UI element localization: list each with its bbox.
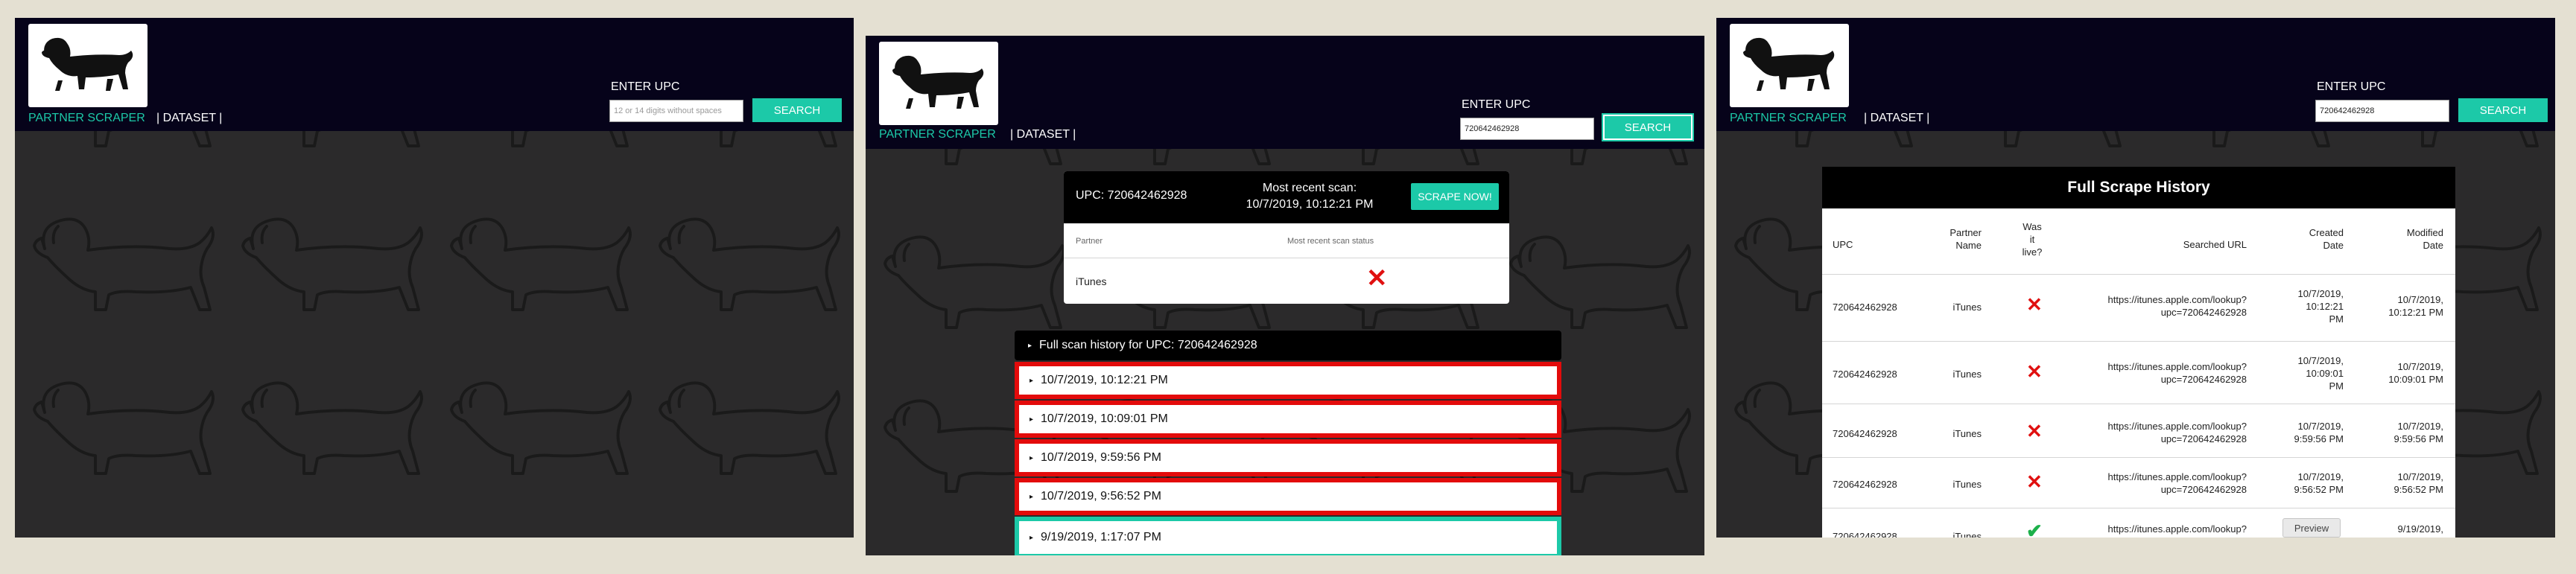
cell-url[interactable]: https://itunes.apple.com/lookup? upc=720… (2061, 293, 2247, 319)
history-entry[interactable]: ▸ 10/7/2019, 9:56:52 PM (1015, 478, 1561, 515)
x-icon: ✕ (1366, 264, 1388, 293)
cell-modified: 10/7/2019, 10:12:21 PM (2388, 294, 2443, 318)
upc-input[interactable]: 720642462928 (1460, 118, 1594, 140)
col-created-date: Created Date (2309, 227, 2344, 251)
cell-partner: iTunes (1952, 479, 1982, 490)
upc-input[interactable]: 12 or 14 digits without spaces (609, 100, 743, 122)
upc-label: ENTER UPC (611, 80, 680, 93)
check-icon: ✔ (2026, 520, 2043, 538)
upc-label: ENTER UPC (1462, 98, 1531, 111)
entry-time: 10/7/2019, 10:12:21 PM (1041, 374, 1168, 386)
cell-upc: 720642462928 (1833, 369, 1897, 380)
recent-scan-header: UPC: 720642462928 Most recent scan: 10/7… (1064, 171, 1509, 223)
scan-history-header[interactable]: ▸ Full scan history for UPC: 72064246292… (1015, 331, 1561, 360)
partner-scraper-link[interactable]: PARTNER SCRAPER (1730, 112, 1847, 125)
cell-partner: iTunes (1952, 302, 1982, 313)
recent-scan-card: UPC: 720642462928 Most recent scan: 10/7… (1064, 171, 1509, 304)
top-nav: PARTNER SCRAPER | DATASET | ENTER UPC 72… (1716, 18, 2555, 131)
cell-url[interactable]: https://itunes.apple.com/lookup? (2061, 523, 2247, 535)
partner-scraper-link[interactable]: PARTNER SCRAPER (28, 112, 145, 125)
col-modified-date: Modified Date (2406, 227, 2443, 251)
top-nav: PARTNER SCRAPER | DATASET | ENTER UPC 72… (866, 36, 1704, 149)
cell-created: 10/7/2019, 9:59:56 PM (2294, 421, 2344, 444)
cell-created: 10/7/2019, 10:09:01 PM (2297, 355, 2344, 392)
scan-history-title: Full scan history for UPC: 720642462928 (1039, 339, 1257, 351)
upc-title: UPC: 720642462928 (1076, 189, 1187, 202)
cell-upc: 720642462928 (1833, 479, 1897, 490)
cell-partner: iTunes (1952, 531, 1982, 538)
cell-url[interactable]: https://itunes.apple.com/lookup? upc=720… (2061, 360, 2247, 386)
search-button[interactable]: SEARCH (1603, 115, 1693, 140)
col-status: Most recent scan status (1287, 237, 1374, 246)
upc-label: ENTER UPC (2317, 80, 2386, 93)
col-partner: Partner (1076, 237, 1103, 246)
dataset-link[interactable]: | DATASET | (1010, 128, 1076, 141)
cell-modified: 10/7/2019, 10:09:01 PM (2388, 361, 2443, 385)
dachshund-logo[interactable] (1730, 24, 1849, 107)
most-recent-label: Most recent scan: (1262, 182, 1357, 194)
most-recent-time: 10/7/2019, 10:12:21 PM (1246, 198, 1374, 211)
dataset-link[interactable]: | DATASET | (1864, 112, 1929, 125)
history-entry[interactable]: ▸ 10/7/2019, 9:59:56 PM (1015, 439, 1561, 476)
history-entry[interactable]: ▸ 9/19/2019, 1:17:07 PM (1015, 517, 1561, 555)
cell-upc: 720642462928 (1833, 428, 1897, 439)
cell-partner: iTunes (1952, 369, 1982, 380)
disclosure-icon: ▸ (1030, 453, 1034, 462)
entry-time: 10/7/2019, 10:09:01 PM (1041, 412, 1168, 425)
col-partner-name: Partner Name (1950, 227, 1982, 251)
history-entry[interactable]: ▸ 10/7/2019, 10:12:21 PM (1015, 362, 1561, 399)
disclosure-icon: ▸ (1030, 376, 1034, 385)
disclosure-icon: ▸ (1030, 533, 1034, 542)
search-button[interactable]: SEARCH (752, 98, 842, 122)
dachshund-logo[interactable] (879, 42, 998, 125)
cell-url[interactable]: https://itunes.apple.com/lookup? upc=720… (2061, 471, 2247, 496)
disclosure-icon: ▸ (1028, 341, 1032, 350)
cell-url[interactable]: https://itunes.apple.com/lookup? upc=720… (2061, 420, 2247, 445)
x-icon: ✕ (2026, 293, 2043, 316)
partner-scraper-link[interactable]: PARTNER SCRAPER (879, 128, 996, 141)
history-entry[interactable]: ▸ 10/7/2019, 10:09:01 PM (1015, 401, 1561, 438)
cell-upc: 720642462928 (1833, 531, 1897, 538)
entry-time: 10/7/2019, 9:59:56 PM (1041, 451, 1161, 464)
partner-cell: iTunes (1076, 275, 1107, 287)
disclosure-icon: ▸ (1030, 492, 1034, 501)
full-scrape-history-card: Full Scrape History UPC Partner Name Was… (1822, 167, 2455, 538)
col-was-live: Was it live? (2022, 221, 2043, 258)
entry-time: 9/19/2019, 1:17:07 PM (1041, 531, 1161, 543)
x-icon: ✕ (2026, 360, 2043, 383)
x-icon: ✕ (2026, 471, 2043, 493)
cell-partner: iTunes (1952, 428, 1982, 439)
panel-upc-results: PARTNER SCRAPER | DATASET | ENTER UPC 72… (866, 36, 1704, 555)
upc-input[interactable]: 720642462928 (2315, 100, 2449, 122)
cell-modified: 9/19/2019, (2397, 523, 2443, 535)
cell-created: 10/7/2019, 10:12:21 PM (2297, 288, 2344, 325)
disclosure-icon: ▸ (1030, 415, 1034, 424)
top-nav: PARTNER SCRAPER | DATASET | ENTER UPC 12… (15, 18, 854, 131)
cell-modified: 10/7/2019, 9:59:56 PM (2393, 421, 2444, 444)
cell-upc: 720642462928 (1833, 302, 1897, 313)
entry-time: 10/7/2019, 9:56:52 PM (1041, 490, 1161, 503)
dachshund-logo[interactable] (28, 24, 147, 107)
dataset-link[interactable]: | DATASET | (156, 112, 222, 125)
panel-search-empty: PARTNER SCRAPER | DATASET | ENTER UPC 12… (15, 18, 854, 538)
cell-modified: 10/7/2019, 9:56:52 PM (2393, 471, 2444, 495)
col-searched-url: Searched URL (2183, 239, 2247, 250)
panel-full-history: PARTNER SCRAPER | DATASET | ENTER UPC 72… (1716, 18, 2555, 538)
x-icon: ✕ (2026, 420, 2043, 442)
preview-button[interactable]: Preview (2282, 518, 2341, 538)
cell-created: 10/7/2019, 9:56:52 PM (2294, 471, 2344, 495)
full-scrape-history-title: Full Scrape History (1822, 167, 2455, 208)
scrape-now-button[interactable]: SCRAPE NOW! (1411, 183, 1499, 210)
col-upc: UPC (1833, 239, 1853, 250)
search-button[interactable]: SEARCH (2458, 98, 2548, 122)
